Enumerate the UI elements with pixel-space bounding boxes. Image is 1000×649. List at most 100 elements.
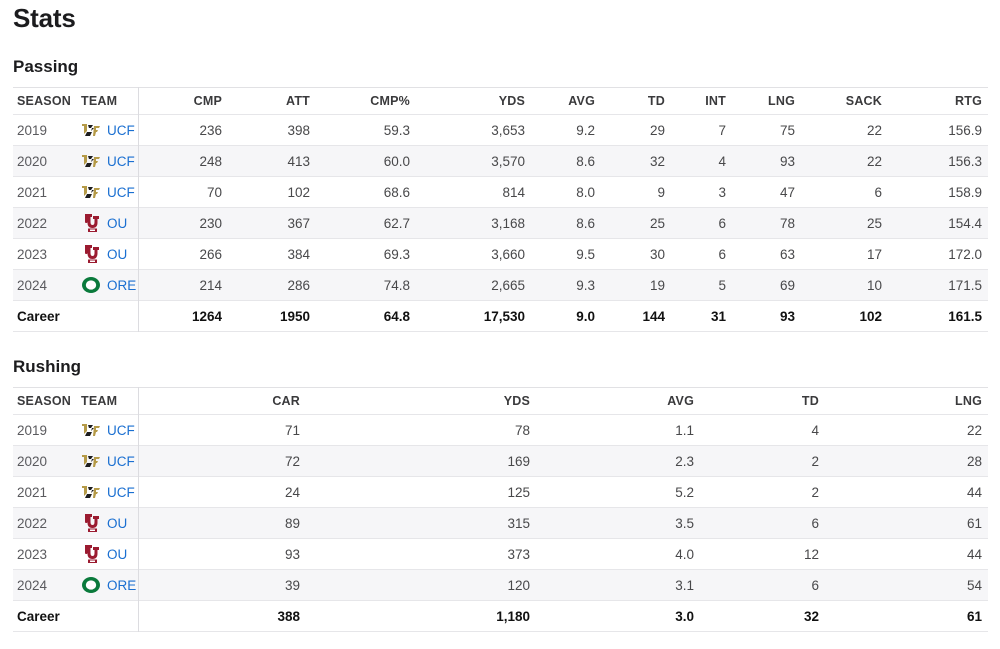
table-row: 2024 ORE 214 286 74.8 2,665 9.3 19 5 69 10 171.5 (13, 269, 988, 301)
career-row: Career 388 1,180 3.0 32 61 (13, 600, 988, 632)
stat-cell: 4 (718, 153, 726, 169)
team-cell: UCF (77, 114, 139, 146)
ucf-logo-icon (81, 151, 101, 171)
passing-table: SEASON TEAM CMP ATT CMP% YDS AVG TD INT … (13, 87, 988, 332)
season-cell: 2024 (17, 577, 48, 593)
passing-header-int[interactable]: INT (669, 88, 730, 115)
table-row: 2020 UCF 248 413 60.0 3,570 8.6 32 4 93 22 156.3 (13, 145, 988, 177)
ucf-logo-icon (81, 120, 101, 140)
passing-header-rtg[interactable]: RTG (886, 88, 988, 115)
stat-cell: 3,660 (491, 246, 525, 262)
stat-cell: 6 (718, 215, 726, 231)
career-label: Career (13, 300, 139, 332)
passing-header-sack[interactable]: SACK (799, 88, 886, 115)
season-cell: 2020 (17, 453, 48, 469)
stat-cell: 6 (874, 184, 882, 200)
stat-cell: 71 (284, 422, 300, 438)
stat-cell: 60.0 (383, 153, 410, 169)
stat-cell: 158.9 (948, 184, 982, 200)
stat-cell: 62.7 (383, 215, 410, 231)
stat-cell: 63 (779, 246, 795, 262)
stat-cell: 156.9 (948, 122, 982, 138)
stat-cell: 3,570 (491, 153, 525, 169)
season-cell: 2022 (17, 515, 48, 531)
stat-cell: 9.3 (576, 277, 595, 293)
team-cell: UCF (77, 445, 139, 477)
team-link[interactable]: ORE (107, 578, 136, 593)
passing-header-season[interactable]: SEASON (13, 88, 77, 115)
stat-cell: 59.3 (383, 122, 410, 138)
stat-cell: 19 (649, 277, 665, 293)
passing-header-lng[interactable]: LNG (730, 88, 799, 115)
passing-header-avg[interactable]: AVG (529, 88, 599, 115)
stat-cell: 17 (866, 246, 882, 262)
rushing-table: SEASON TEAM CAR YDS AVG TD LNG 2019 UCF 71… (13, 387, 988, 632)
stat-cell: 3 (718, 184, 726, 200)
team-cell: UCF (77, 414, 139, 446)
team-link[interactable]: UCF (107, 454, 135, 469)
oregon-logo-icon (81, 575, 101, 595)
passing-header-team[interactable]: TEAM (77, 87, 139, 115)
stat-cell: 93 (779, 153, 795, 169)
team-link[interactable]: ORE (107, 278, 136, 293)
stat-cell: 25 (866, 215, 882, 231)
team-cell: UCF (77, 176, 139, 208)
stat-cell: 72 (284, 453, 300, 469)
table-row: 2024 ORE 39 120 3.1 6 54 (13, 569, 988, 601)
rushing-header-car[interactable]: CAR (138, 388, 304, 415)
passing-header-cmp[interactable]: CMP (138, 88, 226, 115)
stat-cell: 384 (287, 246, 310, 262)
rushing-header-lng[interactable]: LNG (823, 388, 988, 415)
stat-cell: 6 (811, 577, 819, 593)
stat-cell: 373 (507, 546, 530, 562)
rushing-header-td[interactable]: TD (698, 388, 823, 415)
team-link[interactable]: OU (107, 247, 127, 262)
career-stat-cell: 3.0 (675, 608, 694, 624)
stat-cell: 22 (966, 422, 982, 438)
stat-cell: 44 (966, 546, 982, 562)
table-row: 2019 UCF 71 78 1.1 4 22 (13, 414, 988, 446)
season-cell: 2020 (17, 153, 48, 169)
passing-header-cmp-pct[interactable]: CMP% (314, 88, 414, 115)
stat-cell: 156.3 (948, 153, 982, 169)
passing-header-td[interactable]: TD (599, 88, 669, 115)
rushing-header-season[interactable]: SEASON (13, 388, 77, 415)
stat-cell: 7 (718, 122, 726, 138)
stat-cell: 172.0 (948, 246, 982, 262)
rushing-header-yds[interactable]: YDS (304, 388, 534, 415)
stat-cell: 10 (866, 277, 882, 293)
team-link[interactable]: UCF (107, 423, 135, 438)
stat-cell: 69 (779, 277, 795, 293)
ucf-logo-icon (81, 420, 101, 440)
stat-cell: 44 (966, 484, 982, 500)
stat-cell: 28 (966, 453, 982, 469)
team-link[interactable]: OU (107, 516, 127, 531)
stat-cell: 70 (206, 184, 222, 200)
stat-cell: 2,665 (491, 277, 525, 293)
rushing-header-team[interactable]: TEAM (77, 387, 139, 415)
stat-cell: 32 (649, 153, 665, 169)
team-link[interactable]: UCF (107, 185, 135, 200)
career-stat-cell: 64.8 (383, 308, 410, 324)
passing-header-yds[interactable]: YDS (414, 88, 529, 115)
team-link[interactable]: UCF (107, 154, 135, 169)
career-row: Career 1264 1950 64.8 17,530 9.0 144 31 93 102 161… (13, 300, 988, 332)
rushing-header-avg[interactable]: AVG (534, 388, 698, 415)
stat-cell: 6 (718, 246, 726, 262)
page-title: Stats (13, 3, 76, 33)
table-row: 2020 UCF 72 169 2.3 2 28 (13, 445, 988, 477)
career-stat-cell: 144 (642, 308, 665, 324)
team-link[interactable]: UCF (107, 485, 135, 500)
stat-cell: 30 (649, 246, 665, 262)
stat-cell: 8.6 (576, 215, 595, 231)
stat-cell: 9 (657, 184, 665, 200)
stat-cell: 1.1 (675, 422, 694, 438)
team-link[interactable]: OU (107, 547, 127, 562)
team-link[interactable]: UCF (107, 123, 135, 138)
stat-cell: 5 (718, 277, 726, 293)
passing-header-att[interactable]: ATT (226, 88, 314, 115)
team-link[interactable]: OU (107, 216, 127, 231)
team-cell: OU (77, 507, 139, 539)
passing-section-title: Passing (13, 57, 79, 76)
season-cell: 2023 (17, 546, 48, 562)
